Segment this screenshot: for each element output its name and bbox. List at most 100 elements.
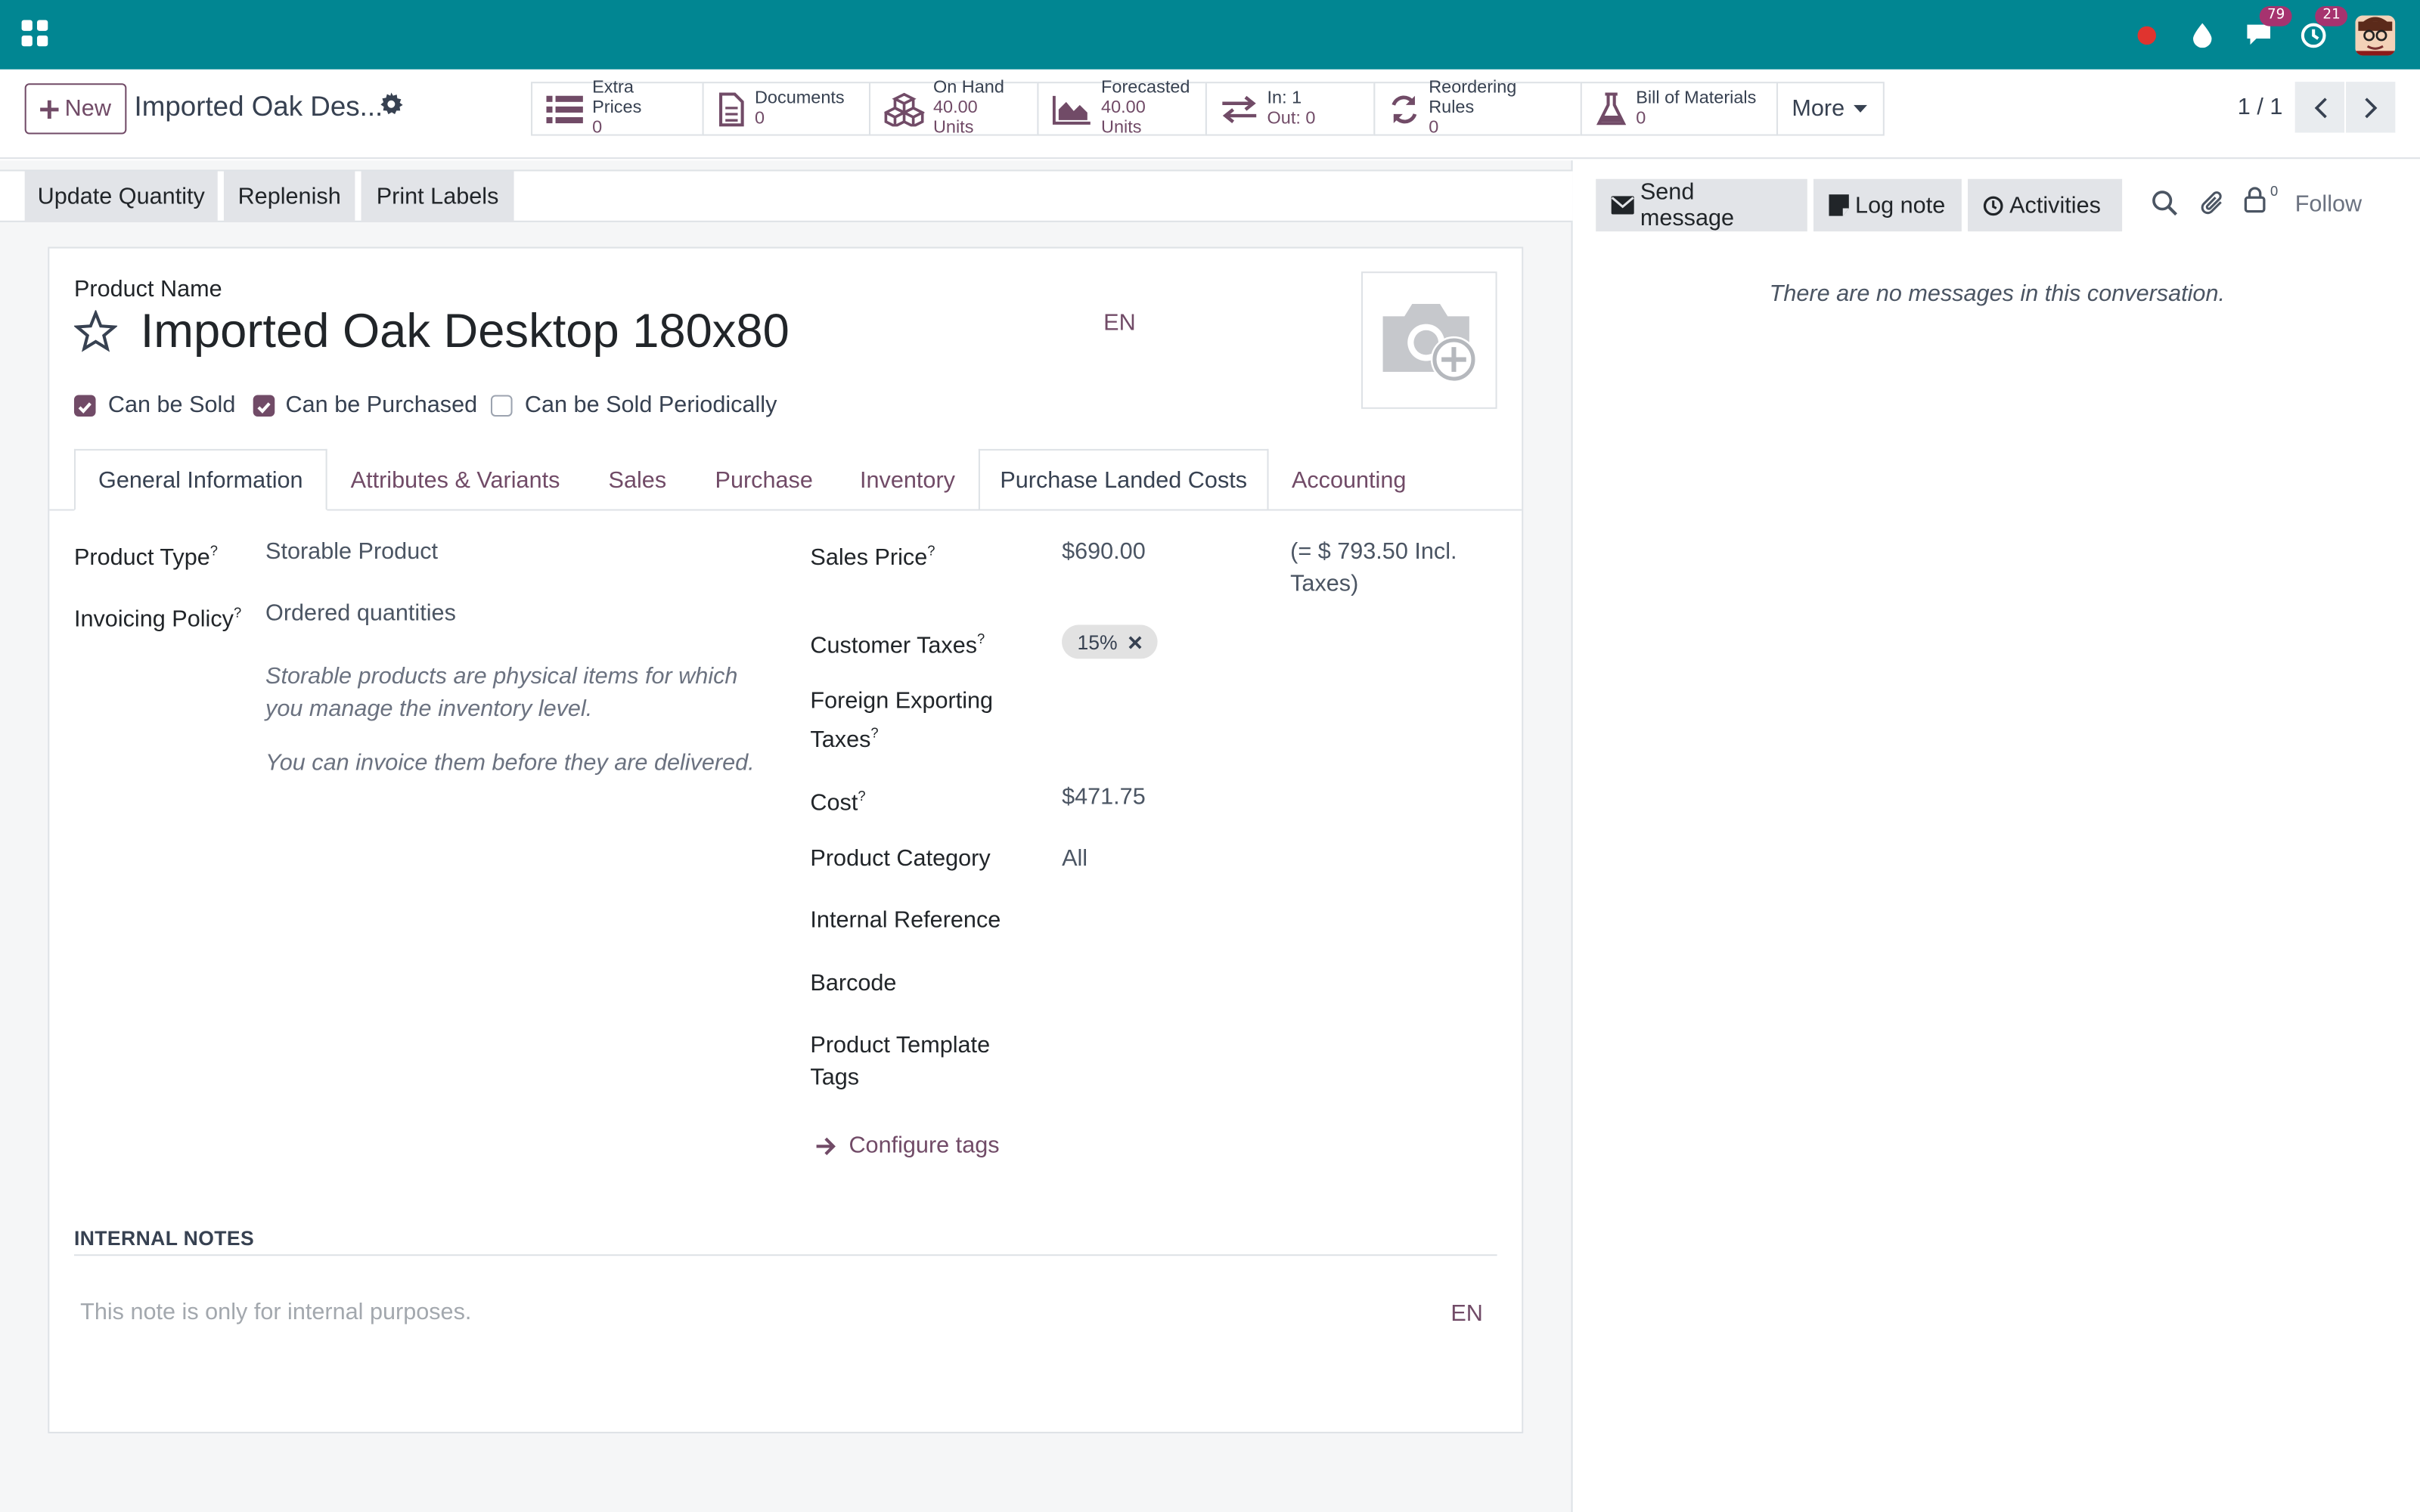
help-tooltip-icon[interactable]: ? [977, 631, 985, 646]
can-be-sold-periodically-label[interactable]: Can be Sold Periodically [525, 392, 777, 418]
product-category-select[interactable]: All [1062, 842, 1087, 875]
can-be-sold-label[interactable]: Can be Sold [108, 392, 235, 418]
configure-tags-link[interactable]: Configure tags [815, 1132, 1000, 1159]
product-category-label: Product Category [810, 845, 991, 872]
smart-button-on-hand[interactable]: On Hand 40.00 Units [868, 79, 1039, 138]
file-icon [719, 91, 744, 126]
tab-general-information[interactable]: General Information [73, 448, 327, 511]
foreign-exporting-taxes-label: Foreign Exporting Taxes? [810, 688, 994, 753]
smart-button-label: Bill of Materials [1636, 88, 1757, 107]
activities-clock-icon[interactable]: 21 [2297, 5, 2349, 51]
smart-button-extra-prices[interactable]: Extra Prices 0 [531, 79, 704, 138]
cost-label: Cost? [810, 788, 866, 816]
smart-button-label: Reordering Rules [1429, 79, 1517, 118]
status-bar: Update Quantity Replenish Print Labels [0, 169, 1573, 222]
cubes-icon [884, 91, 924, 126]
internal-notes-editor[interactable]: This note is only for internal purposes. [80, 1299, 471, 1325]
search-icon[interactable] [2152, 190, 2178, 222]
invoicing-help-text: You can invoice them before they are del… [265, 749, 755, 776]
send-message-button[interactable]: Send message [1596, 178, 1807, 232]
tab-inventory[interactable]: Inventory [836, 449, 979, 511]
messages-icon[interactable]: 79 [2241, 5, 2293, 51]
clock-icon [1983, 195, 2003, 215]
sales-price-input[interactable]: $690.00 [1062, 535, 1146, 568]
product-type-select[interactable]: Storable Product [265, 535, 438, 568]
water-drop-icon[interactable] [2186, 17, 2220, 51]
sales-price-label: Sales Price? [810, 543, 935, 572]
notes-lang-button[interactable]: EN [1450, 1300, 1483, 1327]
paperclip-icon[interactable] [2199, 190, 2226, 224]
tab-purchase-landed-costs[interactable]: Purchase Landed Costs [978, 448, 1269, 511]
form-view: Update Quantity Replenish Print Labels P… [0, 160, 1573, 1512]
product-name-label: Product Name [73, 276, 222, 302]
more-label: More [1792, 95, 1845, 122]
close-icon[interactable] [1128, 635, 1142, 649]
gear-icon[interactable] [380, 92, 403, 122]
app-root: 79 21 New Imported Oak Des... Extra Pric… [0, 0, 2420, 1512]
update-quantity-button[interactable]: Update Quantity [24, 171, 218, 222]
smart-button-reordering-rules[interactable]: Reordering Rules 0 [1373, 79, 1582, 138]
smart-button-label: Forecasted [1101, 79, 1190, 98]
can-be-sold-checkbox[interactable] [73, 395, 96, 417]
replenish-button[interactable]: Replenish [223, 171, 355, 222]
more-dropdown-button[interactable]: More [1776, 82, 1885, 136]
messages-badge: 79 [2259, 5, 2293, 26]
product-name-input[interactable]: Imported Oak Desktop 180x80 [141, 304, 790, 359]
breadcrumb-title: Imported Oak Des... [134, 91, 383, 122]
can-be-purchased-label[interactable]: Can be Purchased [286, 392, 478, 418]
can-be-purchased-checkbox[interactable] [253, 395, 275, 417]
smart-button-value: Out: 0 [1267, 108, 1316, 128]
help-tooltip-icon[interactable]: ? [210, 543, 218, 558]
list-icon [546, 94, 583, 123]
help-tooltip-icon[interactable]: ? [858, 789, 865, 804]
plus-icon [40, 99, 59, 119]
product-name-lang-button[interactable]: EN [1103, 310, 1136, 336]
help-tooltip-icon[interactable]: ? [234, 605, 241, 620]
pager-value[interactable]: 1 / 1 [2238, 94, 2283, 120]
smart-button-in-out[interactable]: In: 1 Out: 0 [1205, 82, 1376, 136]
new-button[interactable]: New [24, 83, 127, 135]
envelope-icon [1611, 196, 1634, 215]
control-panel: New Imported Oak Des... Extra Prices 0 Do… [0, 69, 2420, 160]
can-be-sold-periodically-checkbox[interactable] [490, 395, 513, 417]
smart-button-bill-of-materials[interactable]: Bill of Materials 0 [1580, 82, 1779, 136]
activities-badge: 21 [2315, 5, 2349, 26]
refresh-icon [1392, 94, 1417, 123]
tab-accounting[interactable]: Accounting [1269, 449, 1429, 511]
customer-tax-tag[interactable]: 15% [1062, 624, 1158, 659]
sticky-note-icon [1829, 194, 1849, 216]
check-icon [257, 402, 271, 414]
cost-input[interactable]: $471.75 [1062, 781, 1146, 813]
apps-menu-icon[interactable] [20, 18, 50, 48]
followers-count: 0 [2270, 183, 2279, 200]
smart-button-value: 0 [754, 108, 765, 128]
internal-reference-label: Internal Reference [810, 907, 1001, 934]
user-avatar[interactable] [2355, 14, 2396, 55]
activities-button[interactable]: Activities [1968, 178, 2123, 232]
smart-button-documents[interactable]: Documents 0 [702, 82, 871, 136]
product-image-upload[interactable] [1361, 271, 1497, 409]
smart-button-label: Documents [754, 88, 845, 107]
customer-taxes-label: Customer Taxes? [810, 631, 985, 659]
help-tooltip-icon[interactable]: ? [870, 725, 878, 740]
pager-next-button[interactable] [2346, 82, 2396, 133]
systray: 79 21 [2130, 0, 2396, 70]
favorite-star-icon[interactable] [73, 308, 119, 359]
recording-indicator-icon[interactable] [2130, 17, 2164, 51]
invoicing-policy-label: Invoicing Policy? [73, 605, 242, 633]
pager-previous-button[interactable] [2294, 82, 2344, 133]
empty-conversation-text: There are no messages in this conversati… [1769, 280, 2225, 308]
print-labels-button[interactable]: Print Labels [361, 171, 514, 222]
tab-sales[interactable]: Sales [583, 449, 691, 511]
log-note-button[interactable]: Log note [1813, 178, 1962, 232]
tab-purchase[interactable]: Purchase [691, 449, 836, 511]
check-icon [78, 402, 92, 414]
help-tooltip-icon[interactable]: ? [927, 543, 935, 558]
invoicing-policy-select[interactable]: Ordered quantities [265, 597, 456, 630]
tab-attributes-variants[interactable]: Attributes & Variants [327, 449, 584, 511]
followers-lock-icon[interactable] [2244, 187, 2266, 219]
follow-button[interactable]: Follow [2295, 191, 2362, 218]
exchange-icon [1222, 94, 1257, 122]
smart-button-forecasted[interactable]: Forecasted 40.00 Units [1037, 79, 1207, 138]
sales-price-incl-taxes: (= $ 793.50 Incl. Taxes) [1290, 538, 1457, 597]
